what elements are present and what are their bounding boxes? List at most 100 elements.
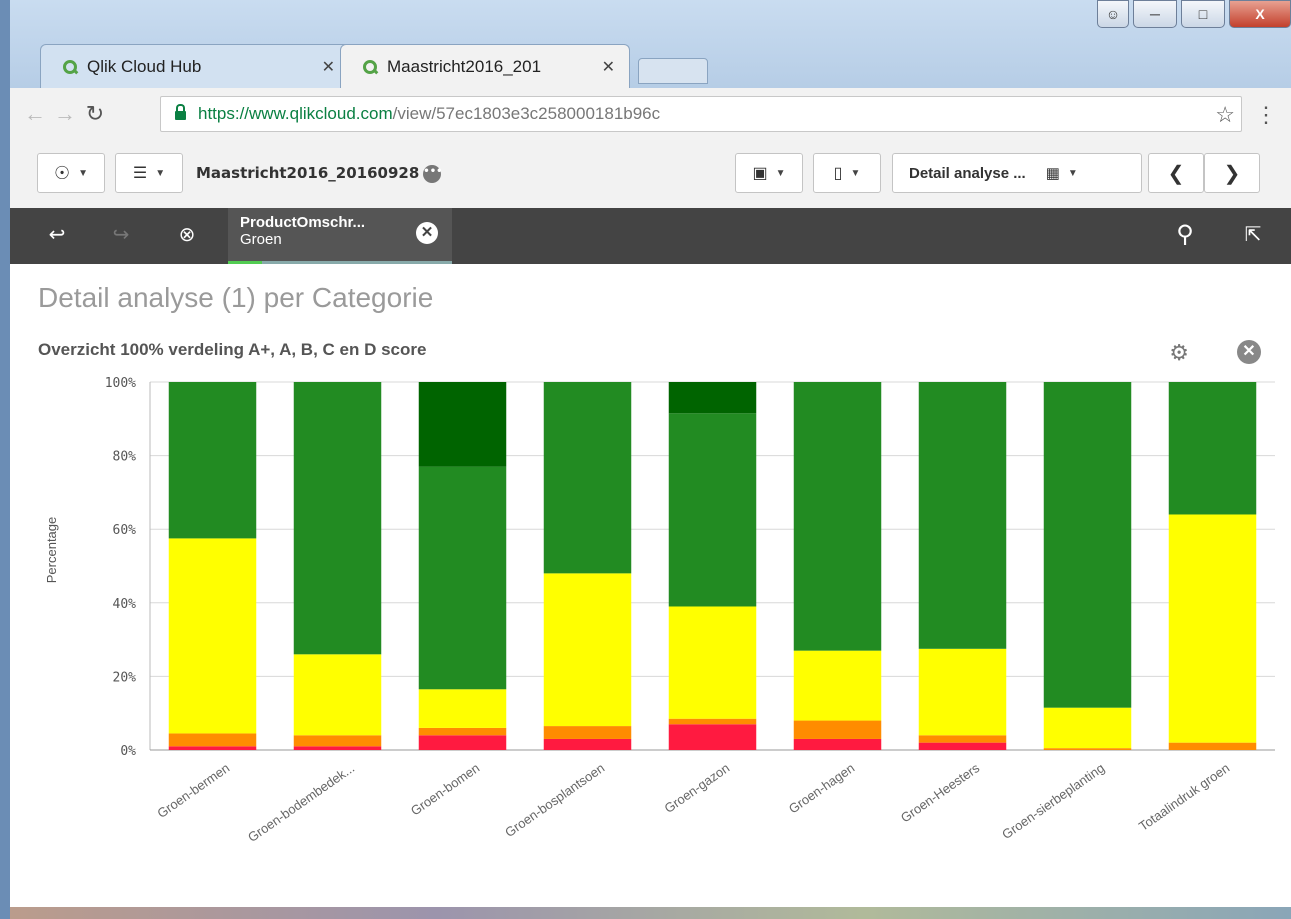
- search-icon[interactable]: ⚲: [1170, 220, 1200, 250]
- new-tab-button[interactable]: [638, 58, 708, 84]
- chart-tools: ⚙ ✕: [1169, 340, 1261, 366]
- bar-segment[interactable]: [1043, 748, 1132, 750]
- y-tick-label: 100%: [105, 376, 136, 391]
- bar-segment[interactable]: [168, 733, 257, 747]
- sheet-selector-label: Detail analyse ...: [909, 164, 1026, 182]
- more-icon[interactable]: •••: [423, 164, 442, 183]
- close-tab-icon[interactable]: ✕: [322, 57, 335, 77]
- browser-tab-app[interactable]: Maastricht2016_201 ✕: [340, 44, 630, 88]
- selections-tool-icon[interactable]: ⇱: [1238, 220, 1268, 250]
- bar-segment[interactable]: [1043, 707, 1132, 749]
- bar-segment[interactable]: [418, 735, 507, 750]
- bar-segment[interactable]: [1043, 382, 1132, 708]
- y-tick-label: 0%: [120, 744, 136, 759]
- bar-segment[interactable]: [418, 689, 507, 728]
- global-menu-button[interactable]: ☰ ▼: [115, 153, 183, 193]
- exploration-menu-icon[interactable]: ⚙: [1169, 340, 1189, 366]
- url-input[interactable]: https://www.qlikcloud.com/view/57ec1803e…: [160, 96, 1242, 132]
- bar-segment[interactable]: [293, 382, 382, 655]
- bar-segment[interactable]: [293, 746, 382, 750]
- bar-segment[interactable]: [543, 726, 632, 739]
- chevron-down-icon: ▼: [850, 167, 861, 179]
- address-bar: ← → ↻ https://www.qlikcloud.com/view/57e…: [10, 88, 1291, 140]
- bar-segment[interactable]: [1168, 514, 1257, 743]
- y-tick-label: 80%: [113, 450, 137, 465]
- bar-segment[interactable]: [1168, 382, 1257, 515]
- browser-tab-hub[interactable]: Qlik Cloud Hub ✕: [40, 44, 350, 88]
- bar-segment[interactable]: [793, 738, 882, 750]
- sheet-icon: ▦: [1045, 165, 1060, 182]
- bar-segment[interactable]: [793, 382, 882, 651]
- y-tick-label: 40%: [113, 597, 137, 612]
- bar-segment[interactable]: [168, 746, 257, 750]
- sheet-selector-button[interactable]: Detail analyse ... ▦ ▼: [892, 153, 1142, 193]
- bar-segment[interactable]: [543, 738, 632, 750]
- bar-segment[interactable]: [1168, 742, 1257, 750]
- bar-segment[interactable]: [168, 382, 257, 539]
- bar-segment[interactable]: [668, 724, 757, 750]
- x-tick-label: Groen-bosplantsoen: [502, 760, 607, 840]
- bookmarks-button[interactable]: ▯ ▼: [813, 153, 881, 193]
- tab-label: Qlik Cloud Hub: [87, 56, 202, 76]
- clear-selection-icon[interactable]: ✕: [416, 222, 438, 244]
- bar-segment[interactable]: [793, 650, 882, 721]
- sheet-title: Detail analyse (1) per Categorie: [38, 282, 434, 313]
- bar-segment[interactable]: [668, 382, 757, 414]
- app-title: Maastricht2016_20160928 •••: [196, 164, 443, 183]
- url-path: /view/57ec1803e3c258000181b96c: [392, 104, 661, 123]
- bar-segment[interactable]: [918, 648, 1007, 736]
- browser-menu-icon[interactable]: ⋮: [1255, 102, 1277, 128]
- y-axis-label: Percentage: [44, 517, 59, 584]
- x-tick-label: Groen-bermen: [154, 760, 232, 821]
- taskbar-peek: [10, 907, 1291, 919]
- previous-sheet-button[interactable]: ❮: [1148, 153, 1204, 193]
- bar-segment[interactable]: [668, 718, 757, 725]
- navigation-menu-button[interactable]: ☉ ▼: [37, 153, 105, 193]
- bar-segment[interactable]: [918, 735, 1007, 743]
- chevron-down-icon: ▼: [78, 167, 89, 179]
- forward-arrow-icon[interactable]: →: [50, 101, 80, 127]
- tab-strip: ☺ ─ □ X Qlik Cloud Hub ✕ Maastricht2016_…: [10, 0, 1291, 88]
- next-sheet-button[interactable]: ❯: [1204, 153, 1260, 193]
- bar-segment[interactable]: [668, 413, 757, 607]
- x-tick-label: Groen-Heesters: [898, 760, 983, 826]
- close-window-button[interactable]: X: [1229, 0, 1291, 28]
- selection-state-bar: [228, 261, 262, 264]
- bookmark-star-icon[interactable]: ☆: [1215, 102, 1235, 128]
- bar-segment[interactable]: [293, 735, 382, 747]
- x-tick-label: Groen-gazon: [661, 760, 732, 816]
- tab-label: Maastricht2016_201: [387, 56, 542, 76]
- clear-all-selections-icon[interactable]: ⊗: [172, 220, 202, 250]
- close-chart-icon[interactable]: ✕: [1237, 340, 1261, 364]
- qlik-icon: [363, 59, 377, 74]
- bar-segment[interactable]: [793, 720, 882, 739]
- bar-segment[interactable]: [918, 382, 1007, 649]
- step-forward-icon[interactable]: ↪: [106, 220, 136, 250]
- presentation-icon: ▣: [752, 165, 768, 182]
- close-tab-icon[interactable]: ✕: [602, 57, 615, 77]
- y-tick-label: 20%: [113, 670, 137, 685]
- bar-segment[interactable]: [168, 538, 257, 734]
- minimize-button[interactable]: ─: [1133, 0, 1177, 28]
- bar-segment[interactable]: [293, 654, 382, 736]
- qlik-toolbar: ☉ ▼ ☰ ▼ Maastricht2016_20160928 ••• ▣ ▼ ▯ ▼ D…: [10, 140, 1291, 209]
- compass-icon: ☉: [53, 162, 71, 183]
- bar-segment[interactable]: [668, 606, 757, 719]
- step-back-icon[interactable]: ↩: [42, 220, 72, 250]
- selections-bar: ↩ ↪ ⊗ ProductOmschr... Groen ✕ ⚲ ⇱: [10, 208, 1291, 264]
- bar-segment[interactable]: [543, 573, 632, 727]
- x-tick-label: Groen-bomen: [408, 760, 482, 818]
- bar-segment[interactable]: [418, 466, 507, 690]
- back-arrow-icon[interactable]: ←: [20, 101, 50, 127]
- storytelling-button[interactable]: ▣ ▼: [735, 153, 803, 193]
- bar-segment[interactable]: [918, 742, 1007, 750]
- bar-segment[interactable]: [543, 382, 632, 574]
- reload-icon[interactable]: ↻: [80, 101, 110, 127]
- maximize-button[interactable]: □: [1181, 0, 1225, 28]
- bar-segment[interactable]: [418, 727, 507, 736]
- user-icon[interactable]: ☺: [1097, 0, 1129, 28]
- bar-segment[interactable]: [418, 382, 507, 467]
- url-host: https://www.qlikcloud.com: [198, 104, 393, 123]
- selection-chip[interactable]: ProductOmschr... Groen ✕: [228, 208, 452, 264]
- x-tick-label: Groen-bodembedek...: [245, 760, 357, 845]
